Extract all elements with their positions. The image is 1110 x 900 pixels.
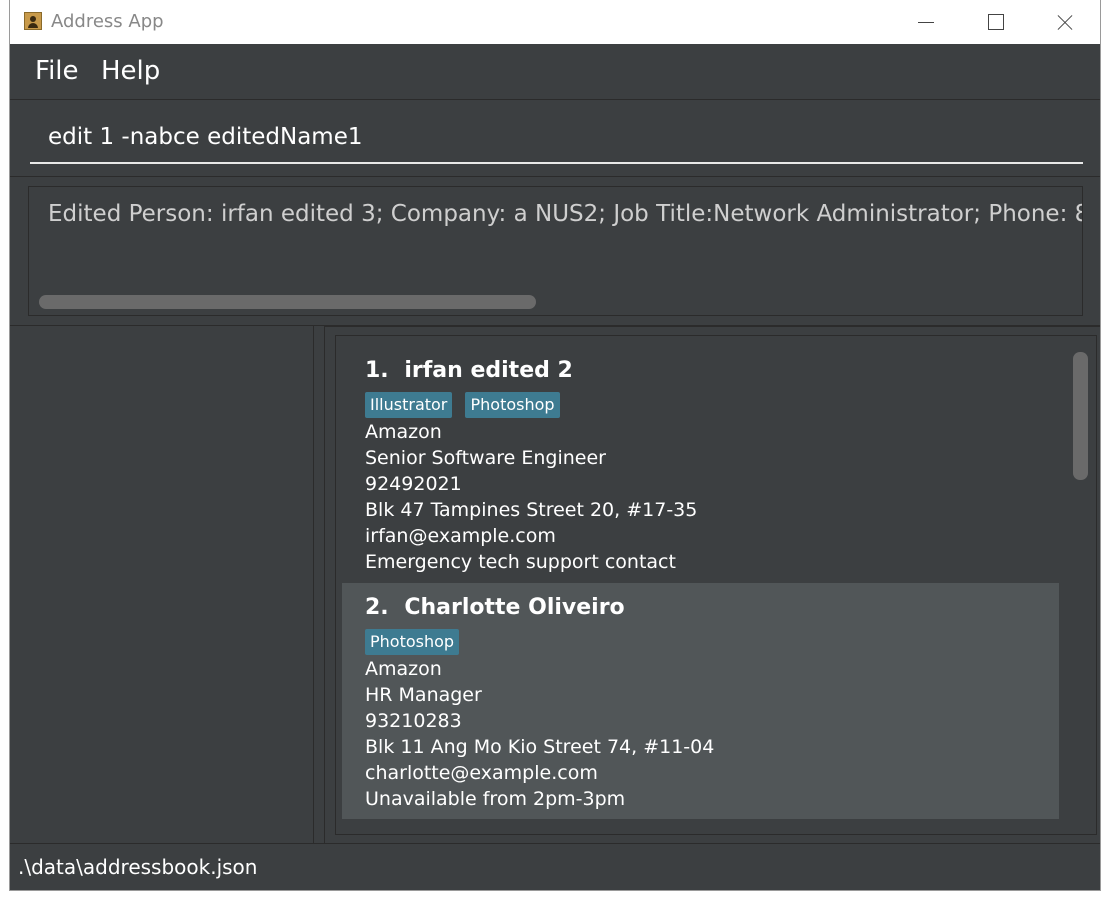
person-email: irfan@example.com — [365, 525, 556, 547]
menu-bar: File Help — [10, 44, 1100, 100]
person-card-title: 2. Charlotte Oliveiro — [365, 595, 625, 620]
person-email: charlotte@example.com — [365, 762, 598, 784]
person-card-title: 1. irfan edited 2 — [365, 358, 573, 383]
result-horizontal-scrollbar[interactable] — [39, 295, 536, 309]
title-bar[interactable]: Address App — [10, 0, 1100, 44]
person-address: Blk 47 Tampines Street 20, #17-35 — [365, 499, 698, 521]
result-display-area: Edited Person: irfan edited 3; Company: … — [10, 177, 1100, 326]
maximize-button[interactable] — [965, 0, 1025, 44]
person-list-panel: 1. irfan edited 2 Illustrator Photoshop … — [325, 326, 1100, 843]
maximize-icon — [988, 14, 1004, 30]
list-vertical-scrollbar[interactable] — [1073, 352, 1088, 480]
window-title: Address App — [51, 11, 164, 32]
person-company: Amazon — [365, 421, 442, 443]
person-list[interactable]: 1. irfan edited 2 Illustrator Photoshop … — [335, 335, 1097, 835]
person-address: Blk 11 Ang Mo Kio Street 74, #11-04 — [365, 736, 715, 758]
person-phone: 93210283 — [365, 710, 462, 732]
save-location-path: .\data\addressbook.json — [18, 855, 258, 879]
person-card[interactable]: 1. irfan edited 2 Illustrator Photoshop … — [342, 346, 1059, 583]
result-message: Edited Person: irfan edited 3; Company: … — [48, 201, 1083, 227]
tag-label: Photoshop — [365, 629, 460, 655]
tag-label: Photoshop — [465, 392, 560, 418]
tag-label: Illustrator — [365, 392, 453, 418]
person-name: irfan edited 2 — [404, 358, 573, 383]
person-company: Amazon — [365, 658, 442, 680]
split-pane-divider[interactable] — [313, 326, 325, 843]
address-app-window: Address App File Help edit 1 -nabce edit… — [10, 0, 1100, 890]
command-input[interactable]: edit 1 -nabce editedName1 — [30, 116, 1083, 164]
person-remark: Emergency tech support contact — [365, 551, 676, 573]
command-box-area: edit 1 -nabce editedName1 — [10, 100, 1100, 177]
person-index: 2. — [365, 595, 389, 620]
address-book-icon — [24, 12, 42, 30]
minimize-icon — [918, 22, 934, 23]
person-phone: 92492021 — [365, 473, 462, 495]
minimize-button[interactable] — [895, 0, 955, 44]
person-tags: Illustrator Photoshop — [365, 392, 568, 418]
person-job-title: HR Manager — [365, 684, 482, 706]
person-tags: Photoshop — [365, 629, 467, 655]
person-remark: Unavailable from 2pm-3pm — [365, 788, 626, 810]
command-input-text[interactable]: edit 1 -nabce editedName1 — [48, 124, 363, 150]
left-panel — [10, 326, 313, 843]
person-job-title: Senior Software Engineer — [365, 447, 606, 469]
result-display[interactable]: Edited Person: irfan edited 3; Company: … — [28, 186, 1083, 316]
status-bar: .\data\addressbook.json — [10, 843, 1100, 890]
person-name: Charlotte Oliveiro — [404, 595, 625, 620]
person-index: 1. — [365, 358, 389, 383]
close-button[interactable] — [1035, 0, 1095, 44]
person-card-selected[interactable]: 2. Charlotte Oliveiro Photoshop Amazon H… — [342, 583, 1059, 819]
menu-file[interactable]: File — [35, 56, 79, 86]
menu-help[interactable]: Help — [101, 56, 160, 86]
